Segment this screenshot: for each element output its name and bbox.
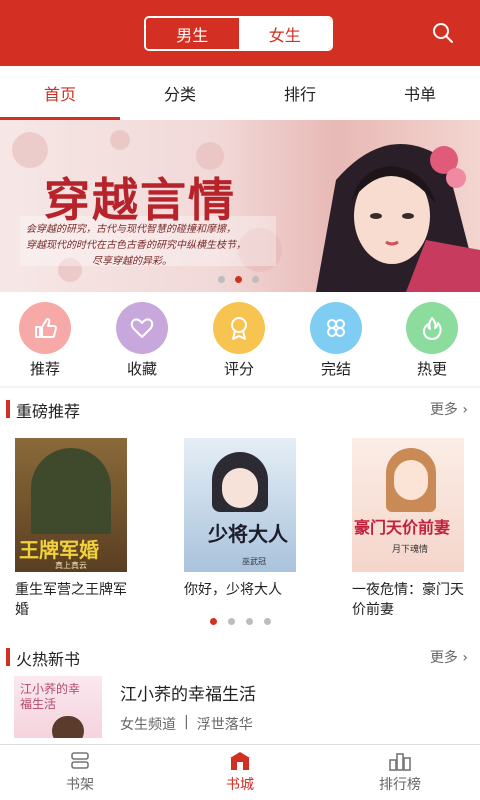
- nav-ranking[interactable]: 排行榜: [320, 745, 480, 800]
- cover-text: 王牌军婚: [19, 538, 99, 562]
- pager-dot[interactable]: [218, 276, 225, 283]
- ranking-icon: [389, 753, 411, 771]
- more-label: 更多: [429, 650, 458, 666]
- fire-icon: [406, 302, 458, 354]
- bookshelf-icon: [71, 752, 89, 769]
- chevron-right-icon: ›: [457, 650, 468, 666]
- book-title[interactable]: 江小荞的幸福生活: [120, 680, 256, 705]
- section-header: 火热新书 更多 ›: [0, 636, 480, 676]
- search-icon: [433, 23, 453, 43]
- nav-bookshelf[interactable]: 书架: [0, 745, 160, 800]
- gender-toggle: 男生 女生: [144, 16, 333, 51]
- tab-category[interactable]: 分类: [120, 66, 240, 120]
- main-tabs: 首页 分类 排行 书单: [0, 66, 480, 120]
- quick-link-label: 评分: [223, 360, 254, 378]
- recommend-pager: [210, 618, 271, 625]
- thumbs-up-icon: [19, 302, 71, 354]
- store-icon: [230, 752, 250, 770]
- nav-label: 书架: [66, 777, 94, 793]
- more-link[interactable]: 更多 ›: [430, 399, 468, 419]
- pager-dot[interactable]: [228, 618, 235, 625]
- banner-text-line: 穿越现代的时代在古色古香的研究中纵横生枝节，: [26, 240, 246, 251]
- quick-link-recommend[interactable]: 推荐: [13, 302, 77, 379]
- award-icon: [213, 302, 265, 354]
- section-accent-bar: [6, 648, 10, 666]
- section-accent-bar: [6, 400, 10, 418]
- banner-text-line: 尽享穿越的异彩。: [92, 256, 172, 267]
- gender-male-button[interactable]: 男生: [146, 18, 239, 49]
- book-cover[interactable]: 江小荞的幸福生活: [14, 676, 102, 738]
- section-title: 重磅推荐: [16, 402, 81, 421]
- book-card[interactable]: 豪门天价前妻 月下魂情 一夜危情：豪门天价前妻: [352, 438, 464, 620]
- cover-text: 少将大人: [208, 522, 288, 546]
- book-channel: 女生频道: [120, 717, 176, 733]
- tab-home[interactable]: 首页: [0, 66, 120, 120]
- book-title: 你好，少将大人: [184, 582, 282, 598]
- nav-bookstore[interactable]: 书城: [160, 745, 320, 800]
- pager-dot[interactable]: [264, 618, 271, 625]
- quick-link-favorite[interactable]: 收藏: [110, 302, 174, 379]
- cover-text: 江小荞的幸福生活: [20, 682, 81, 711]
- book-card[interactable]: 王牌军婚 真上真云 重生军营之王牌军婚: [15, 438, 127, 620]
- section-title: 火热新书: [16, 650, 81, 669]
- more-label: 更多: [429, 402, 458, 418]
- heart-icon: [116, 302, 168, 354]
- book-cover: 豪门天价前妻 月下魂情: [352, 438, 464, 572]
- pager-dot-active[interactable]: [235, 276, 242, 283]
- quick-link-rating[interactable]: 评分: [207, 302, 271, 379]
- pager-dot-active[interactable]: [210, 618, 217, 625]
- recommend-section: 重磅推荐 更多 › 王牌军婚 真上真云 重生军营之王牌军婚 少将大人 巫武冠 你…: [0, 388, 480, 638]
- quick-link-label: 推荐: [29, 360, 60, 378]
- tab-ranking[interactable]: 排行: [240, 66, 360, 120]
- banner-illustration: [316, 144, 480, 292]
- book-title: 重生军营之王牌军婚: [15, 582, 127, 618]
- quick-link-label: 热更: [416, 360, 447, 378]
- nav-label: 排行榜: [379, 777, 421, 793]
- pager-dot[interactable]: [252, 276, 259, 283]
- book-title: 一夜危情：豪门天价前妻: [352, 582, 464, 618]
- quick-link-label: 完结: [320, 360, 351, 378]
- nav-label: 书城: [226, 777, 254, 793]
- bottom-nav: 书架 书城 排行榜: [0, 744, 480, 800]
- banner-text-line: 会穿越的研究，古代与现代智慧的碰撞和摩擦，: [26, 224, 236, 235]
- cover-author: 巫武冠: [242, 557, 266, 566]
- book-cover: 王牌军婚 真上真云: [15, 438, 127, 572]
- quick-link-completed[interactable]: 完结: [304, 302, 368, 379]
- book-card[interactable]: 少将大人 巫武冠 你好，少将大人: [184, 438, 296, 600]
- book-cover: 少将大人 巫武冠: [184, 438, 296, 572]
- cover-author: 真上真云: [55, 561, 87, 570]
- quick-link-hot-update[interactable]: 热更: [400, 302, 464, 379]
- search-button[interactable]: [428, 18, 458, 48]
- gender-female-button[interactable]: 女生: [238, 18, 331, 49]
- pager-dot[interactable]: [246, 618, 253, 625]
- book-meta: 女生频道 | 浮世落华: [120, 714, 253, 734]
- cover-author: 月下魂情: [392, 545, 429, 555]
- section-header: 重磅推荐 更多 ›: [0, 388, 480, 428]
- chevron-right-icon: ›: [457, 402, 468, 418]
- top-bar: 男生 女生: [0, 0, 480, 66]
- cover-text: 豪门天价前妻: [354, 518, 451, 537]
- quick-link-label: 收藏: [126, 360, 157, 378]
- book-author: 浮世落华: [196, 717, 253, 733]
- tab-booklist[interactable]: 书单: [360, 66, 480, 120]
- clover-icon: [310, 302, 362, 354]
- hot-new-section: 火热新书 更多 › 江小荞的幸福生活 江小荞的幸福生活 女生频道 | 浮世落华: [0, 636, 480, 744]
- banner-carousel[interactable]: 穿越言情 会穿越的研究，古代与现代智慧的碰撞和摩擦， 穿越现代的时代在古色古香的…: [0, 120, 480, 292]
- banner-pager: [218, 276, 259, 283]
- meta-separator: |: [184, 714, 189, 730]
- more-link[interactable]: 更多 ›: [430, 647, 468, 667]
- quick-links: 推荐 收藏 评分 完结 热更: [0, 292, 480, 386]
